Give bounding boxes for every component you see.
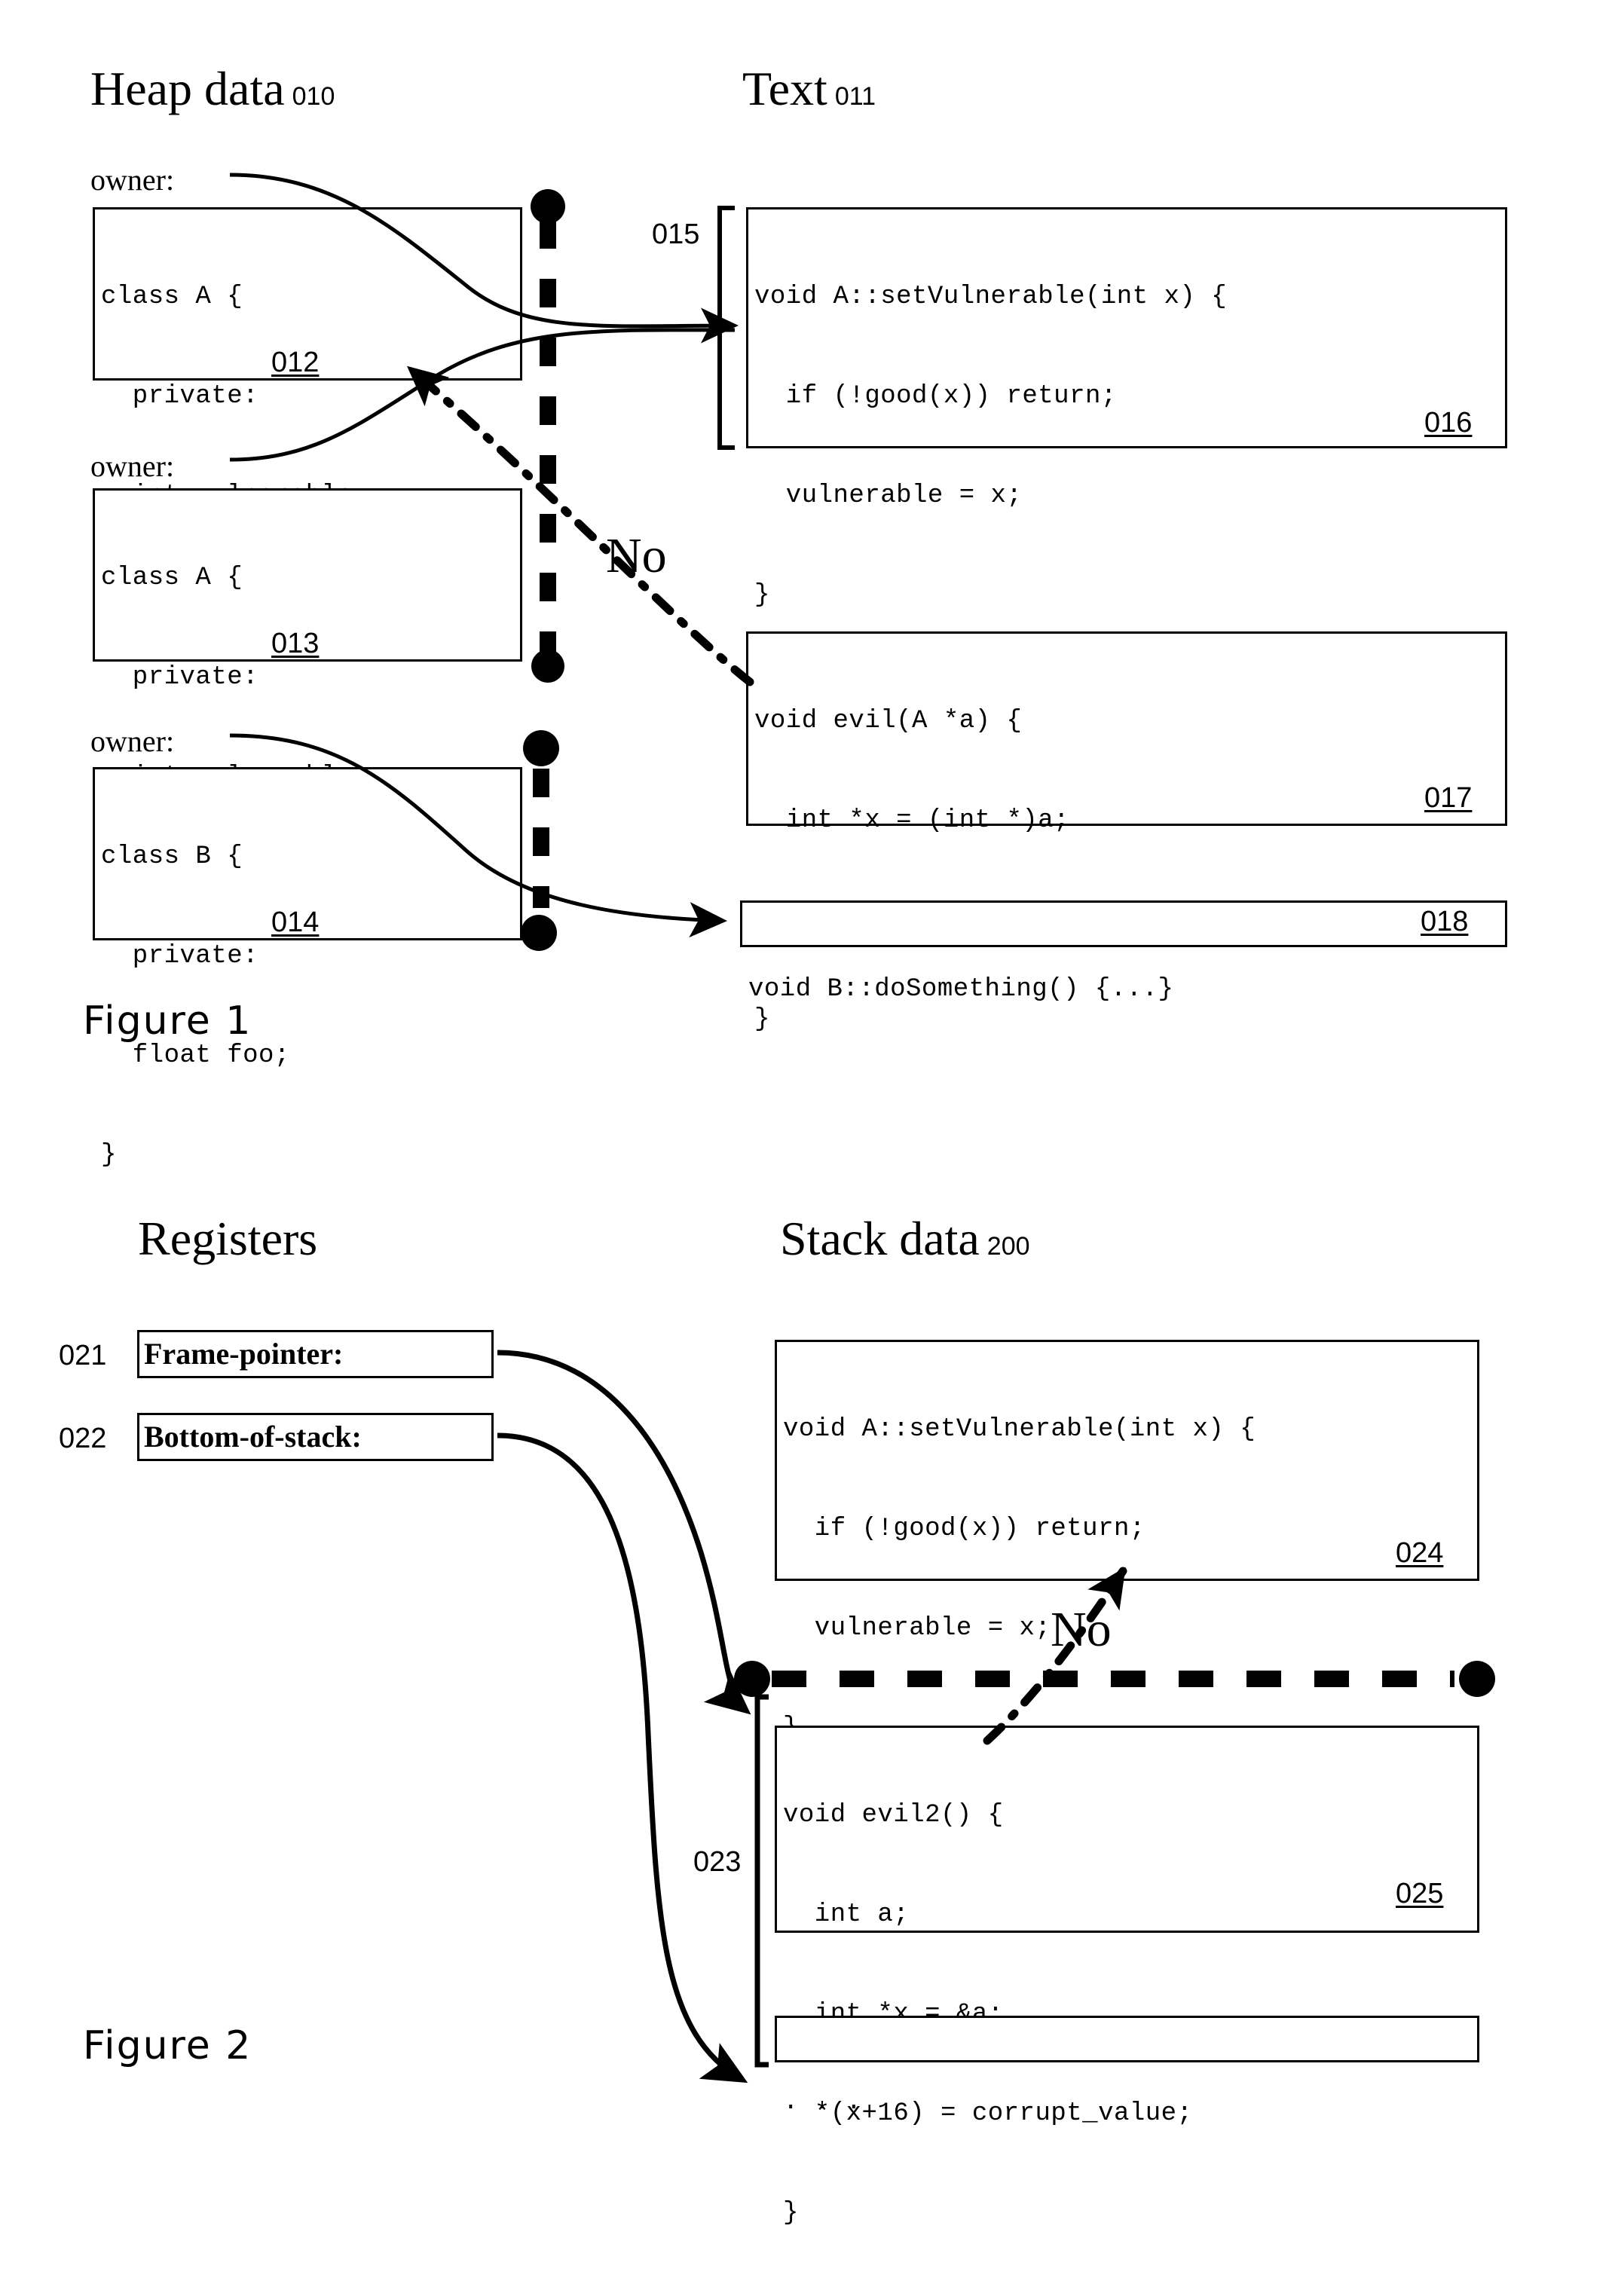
register-bottom-of-stack: Bottom-of-stack: [137, 1413, 494, 1461]
stack-frame-setvulnerable: void A::setVulnerable(int x) { if (!good… [775, 1340, 1479, 1842]
code-line: class A { [101, 283, 243, 311]
stack-frame-evil2: void evil2() { int a; int *x = &a; *(x+1… [775, 1726, 1479, 2227]
stack-data-refnum: 200 [986, 1232, 1030, 1261]
heap-data-refnum: 010 [292, 82, 335, 111]
text-object-dosomething: void B::doSomething() {...} [740, 900, 1507, 1004]
boundary-dot-top [531, 189, 565, 224]
code-line: void evil(A *a) { [754, 707, 1023, 735]
bracket-023 [754, 1694, 769, 2068]
heap-text-boundary-fig1 [521, 189, 565, 951]
code-line: } [783, 2199, 799, 2227]
bottom-of-stack-arrow [497, 1432, 748, 2084]
bracket-label-023: 023 [693, 1846, 742, 1878]
refnum-025: 025 [1396, 1878, 1444, 1909]
code-line: private: [101, 382, 259, 411]
refnum-022: 022 [59, 1423, 107, 1454]
code-line: int *x = (int *)a; [754, 806, 1070, 835]
refnum-012: 012 [271, 347, 320, 378]
stack-data-title: Stack data [780, 1212, 980, 1265]
code-line: vulnerable = x; [783, 1614, 1051, 1643]
code-line: void B::doSomething() {...} [748, 975, 1174, 1004]
code-line: . . . [783, 2088, 862, 2117]
bracket-023-shape [754, 1694, 769, 2068]
boundary-dot-bottom [521, 915, 557, 951]
code-line: class A { [101, 564, 243, 592]
code-line: class B { [101, 842, 243, 871]
registers-heading: Registers [138, 1215, 317, 1263]
refnum-017: 017 [1424, 782, 1473, 814]
refnum-021: 021 [59, 1340, 107, 1371]
refnum-013: 013 [271, 628, 320, 659]
figure-1-caption: Figure 1 [83, 998, 252, 1044]
bracket-015 [717, 206, 735, 450]
code-line: int a; [783, 1900, 910, 1929]
text-section-refnum: 011 [834, 82, 876, 111]
heap-data-heading: Heap data 010 [90, 65, 335, 113]
register-label: Bottom-of-stack: [144, 1420, 362, 1454]
register-label: Frame-pointer: [144, 1337, 344, 1371]
bracket-label-015: 015 [652, 219, 700, 250]
boundary-dot-mid-upper [531, 650, 564, 683]
code-line: void evil2() { [783, 1801, 1004, 1830]
refnum-018: 018 [1421, 906, 1469, 937]
code-line: } [754, 581, 770, 610]
stack-boundary-dot-left [734, 1661, 770, 1697]
stack-data-heading: Stack data 200 [780, 1215, 1030, 1263]
annotation-no-fig1: No [603, 531, 670, 581]
refnum-014: 014 [271, 906, 320, 938]
code-line: if (!good(x)) return; [754, 382, 1117, 411]
registers-title: Registers [138, 1212, 318, 1265]
text-section-title: Text [742, 62, 827, 115]
boundary-dot-mid-lower [523, 730, 559, 766]
refnum-016: 016 [1424, 407, 1473, 439]
code-line: } [101, 1141, 117, 1169]
text-object-setvulnerable: void A::setVulnerable(int x) { if (!good… [746, 207, 1507, 709]
code-line: void A::setVulnerable(int x) { [783, 1415, 1256, 1444]
owner-label-012: owner: [90, 163, 175, 197]
code-line: void A::setVulnerable(int x) { [754, 283, 1228, 311]
code-line: vulnerable = x; [754, 482, 1023, 510]
register-frame-pointer: Frame-pointer: [137, 1330, 494, 1378]
code-line: private: [101, 663, 259, 692]
bracket-015-shape [717, 206, 735, 450]
code-line: if (!good(x)) return; [783, 1515, 1145, 1543]
figure-2-caption: Figure 2 [83, 2023, 252, 2068]
stack-frame-ellipsis: . . . [775, 2016, 1479, 2117]
text-object-evil: void evil(A *a) { int *x = (int *)a; *x … [746, 631, 1507, 1034]
text-section-heading: Text 011 [742, 65, 876, 113]
heap-data-title: Heap data [90, 62, 285, 115]
code-line: float foo; [101, 1041, 290, 1070]
patent-figure-page: Heap data 010 Text 011 owner: owner: owner… [0, 0, 1615, 2227]
annotation-no-fig2: No [1048, 1605, 1115, 1655]
refnum-024: 024 [1396, 1537, 1444, 1569]
code-line: private: [101, 942, 259, 971]
frame-pointer-arrow [497, 1350, 751, 1715]
